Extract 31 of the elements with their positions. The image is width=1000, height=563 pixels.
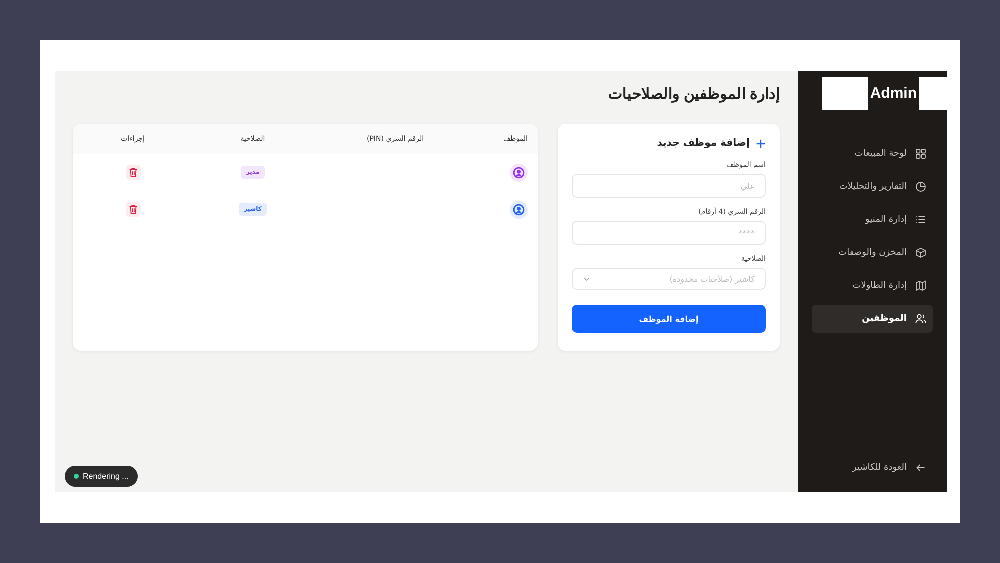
sidebar-item[interactable]: التقارير والتحليلات xyxy=(812,173,933,201)
redaction-block xyxy=(919,77,947,110)
sidebar-item[interactable]: لوحة المبيعات xyxy=(812,140,933,168)
sidebar-item[interactable]: إدارة المنيو xyxy=(812,206,933,234)
status-badge: Rendering ... xyxy=(65,466,138,487)
trash-icon xyxy=(128,167,138,178)
form-title: إضافة موظف جديد xyxy=(657,138,750,149)
grid-icon xyxy=(915,148,927,160)
chevron-icon xyxy=(583,275,591,283)
cube-icon xyxy=(915,247,927,259)
avatar-icon xyxy=(510,164,528,182)
trash-icon xyxy=(128,204,138,215)
pie-chart-icon xyxy=(915,181,927,193)
sidebar-item[interactable]: المخزن والوصفات xyxy=(812,239,933,267)
arrow-icon xyxy=(915,462,927,474)
plus-icon xyxy=(756,138,766,148)
add-employee-button[interactable]: إضافة الموظف xyxy=(572,305,766,333)
list-icon xyxy=(915,214,927,226)
brand-title: Admin xyxy=(869,85,918,102)
sidebar-item[interactable]: إدارة الطاولات xyxy=(812,272,933,300)
redaction-block xyxy=(822,77,868,110)
back-link[interactable]: العودة للكاشير xyxy=(812,454,933,482)
sidebar-item[interactable]: الموظفين xyxy=(812,305,933,333)
page-title: إدارة الموظفين والصلاحيات xyxy=(608,85,780,103)
avatar-icon xyxy=(510,200,528,218)
delete-button[interactable] xyxy=(126,165,140,180)
delete-button[interactable] xyxy=(126,202,140,217)
input-field[interactable]: علي xyxy=(572,174,766,198)
input-field[interactable]: **** xyxy=(572,221,766,245)
users-icon xyxy=(915,313,927,325)
map-icon xyxy=(915,280,927,292)
